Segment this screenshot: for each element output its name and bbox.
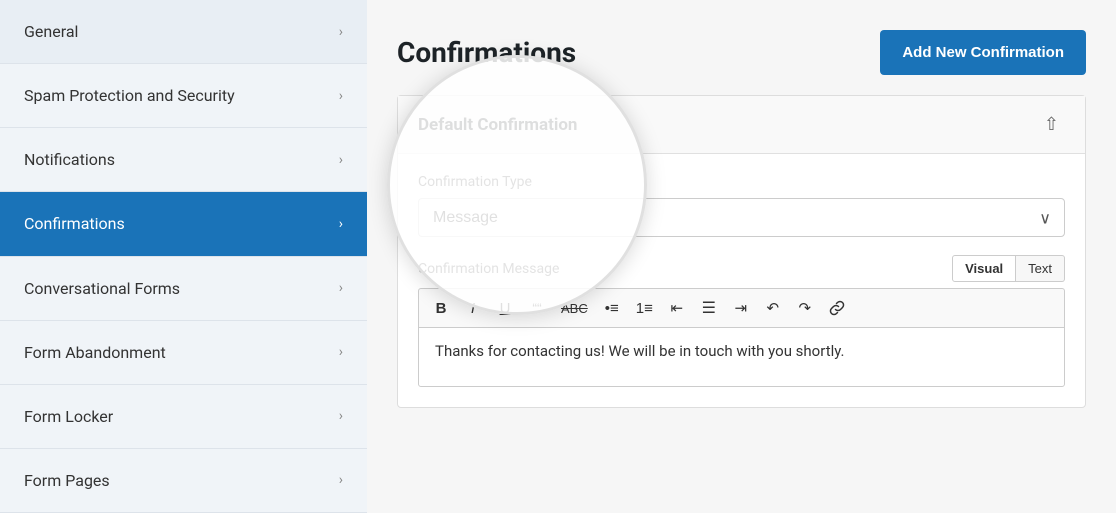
sidebar-chevron-form-pages: ›: [339, 472, 343, 488]
sidebar-chevron-spam-protection: ›: [339, 88, 343, 104]
sidebar-item-label-general: General: [24, 22, 78, 41]
sidebar-item-label-notifications: Notifications: [24, 150, 115, 169]
italic-button[interactable]: I: [459, 295, 487, 321]
main-content: Confirmations Add New Confirmation Defau…: [367, 0, 1116, 513]
ordered-list-button[interactable]: 1≡: [630, 295, 659, 321]
redo-button[interactable]: ↷: [791, 295, 819, 321]
strikethrough-button[interactable]: ABC: [555, 295, 594, 321]
sidebar-item-label-spam-protection: Spam Protection and Security: [24, 86, 235, 105]
sidebar-item-conversational-forms[interactable]: Conversational Forms ›: [0, 257, 367, 321]
underline-button[interactable]: U: [491, 295, 519, 321]
message-label-row: Confirmation Message Visual Text: [418, 255, 1065, 282]
confirmation-type-select-wrapper: Message ∨: [418, 198, 1065, 237]
sidebar-item-label-conversational-forms: Conversational Forms: [24, 279, 180, 298]
collapse-button[interactable]: ⇧: [1038, 112, 1065, 137]
sidebar-item-label-form-locker: Form Locker: [24, 407, 113, 426]
visual-tab[interactable]: Visual: [952, 255, 1016, 282]
link-button[interactable]: [823, 295, 851, 321]
confirmation-type-label: Confirmation Type: [418, 174, 1065, 190]
sidebar-item-general[interactable]: General ›: [0, 0, 367, 64]
sidebar-chevron-confirmations: ›: [339, 216, 343, 232]
bold-button[interactable]: B: [427, 295, 455, 321]
main-header: Confirmations Add New Confirmation: [397, 30, 1086, 75]
add-new-confirmation-button[interactable]: Add New Confirmation: [880, 30, 1086, 75]
sidebar-chevron-notifications: ›: [339, 152, 343, 168]
sidebar-item-confirmations[interactable]: Confirmations ›: [0, 192, 367, 256]
sidebar-item-label-form-pages: Form Pages: [24, 471, 110, 490]
sidebar-chevron-form-locker: ›: [339, 408, 343, 424]
sidebar-item-label-form-abandonment: Form Abandonment: [24, 343, 166, 362]
sidebar-item-form-abandonment[interactable]: Form Abandonment ›: [0, 321, 367, 385]
sidebar-item-form-locker[interactable]: Form Locker ›: [0, 385, 367, 449]
sidebar-item-notifications[interactable]: Notifications ›: [0, 128, 367, 192]
confirmation-body: Confirmation Type Message ∨ Confirmation…: [398, 154, 1085, 407]
text-tab[interactable]: Text: [1016, 255, 1065, 282]
sidebar: General›Spam Protection and Security›Not…: [0, 0, 367, 513]
visual-text-tabs: Visual Text: [952, 255, 1065, 282]
page-title: Confirmations: [397, 36, 576, 69]
confirmation-type-select[interactable]: Message: [418, 198, 1065, 237]
sidebar-chevron-form-abandonment: ›: [339, 344, 343, 360]
confirmation-panel-header: Default Confirmation ⇧: [398, 96, 1085, 154]
undo-button[interactable]: ↶: [759, 295, 787, 321]
confirmation-panel-title: Default Confirmation: [418, 115, 577, 135]
align-center-button[interactable]: ☰: [695, 295, 723, 321]
confirmation-panel: Default Confirmation ⇧ Confirmation Type…: [397, 95, 1086, 408]
sidebar-chevron-general: ›: [339, 24, 343, 40]
align-right-button[interactable]: ⇥: [727, 295, 755, 321]
blockquote-button[interactable]: ““: [523, 295, 551, 321]
sidebar-item-spam-protection[interactable]: Spam Protection and Security ›: [0, 64, 367, 128]
align-left-button[interactable]: ⇤: [663, 295, 691, 321]
sidebar-item-form-pages[interactable]: Form Pages ›: [0, 449, 367, 513]
editor-content[interactable]: Thanks for contacting us! We will be in …: [418, 327, 1065, 387]
unordered-list-button[interactable]: •≡: [598, 295, 626, 321]
sidebar-item-label-confirmations: Confirmations: [24, 214, 125, 233]
editor-toolbar: B I U ““ ABC •≡ 1≡ ⇤ ☰ ⇥ ↶ ↷: [418, 288, 1065, 327]
confirmation-message-label: Confirmation Message: [418, 261, 559, 277]
sidebar-chevron-conversational-forms: ›: [339, 280, 343, 296]
